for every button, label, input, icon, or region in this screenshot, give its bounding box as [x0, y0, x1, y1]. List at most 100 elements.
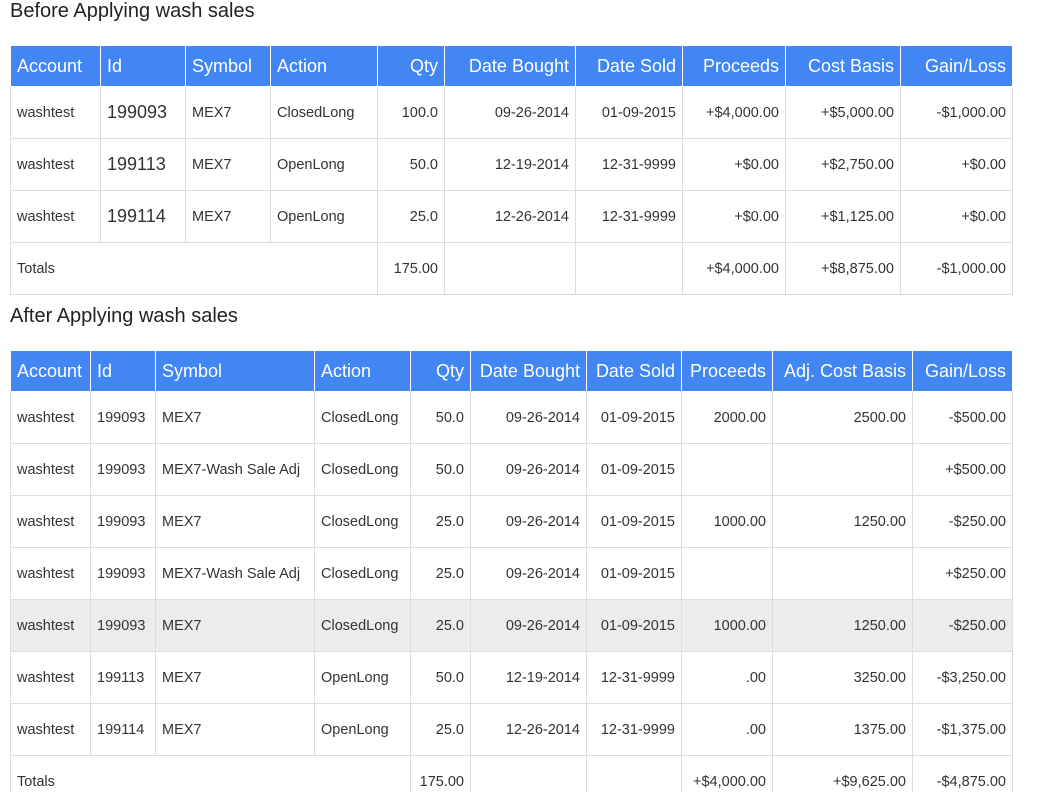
totals-empty-cell [586, 755, 682, 792]
cell-id: 199093 [90, 443, 156, 496]
before-section-title: Before Applying wash sales [10, 0, 255, 22]
cell-action: OpenLong [270, 190, 378, 243]
cell-gain-loss: +$0.00 [900, 138, 1013, 191]
cell-date-bought: 09-26-2014 [444, 86, 576, 139]
table-row: washtest 199093 MEX7 ClosedLong 25.0 09-… [10, 495, 1013, 548]
cell-account: washtest [10, 547, 91, 600]
totals-empty-cell [444, 242, 576, 295]
cell-id: 199093 [90, 391, 156, 444]
table-row: washtest 199093 MEX7 ClosedLong 100.0 09… [10, 86, 1013, 139]
cell-id: 199093 [90, 547, 156, 600]
cell-date-bought: 09-26-2014 [470, 599, 587, 652]
cell-proceeds: +$0.00 [682, 138, 786, 191]
column-header-gain-loss[interactable]: Gain/Loss [912, 350, 1013, 392]
cell-qty: 50.0 [410, 651, 471, 704]
column-header-proceeds[interactable]: Proceeds [682, 45, 786, 87]
cell-id: 199093 [100, 86, 186, 139]
cell-cost-basis: +$2,750.00 [785, 138, 901, 191]
cell-action: ClosedLong [314, 547, 411, 600]
cell-symbol: MEX7-Wash Sale Adj [155, 547, 315, 600]
column-header-action[interactable]: Action [314, 350, 411, 392]
cell-date-sold: 01-09-2015 [586, 391, 682, 444]
cell-date-bought: 09-26-2014 [470, 443, 587, 496]
cell-proceeds [681, 547, 773, 600]
cell-symbol: MEX7 [155, 703, 315, 756]
cell-proceeds [681, 443, 773, 496]
cell-symbol: MEX7 [185, 190, 271, 243]
column-header-date-sold[interactable]: Date Sold [575, 45, 683, 87]
column-header-gain-loss[interactable]: Gain/Loss [900, 45, 1013, 87]
cell-action: OpenLong [314, 651, 411, 704]
cell-gain-loss: +$0.00 [900, 190, 1013, 243]
cell-symbol: MEX7 [185, 138, 271, 191]
column-header-action[interactable]: Action [270, 45, 378, 87]
cell-adj-cost-basis [772, 547, 913, 600]
totals-proceeds: +$4,000.00 [681, 755, 773, 792]
after-section-title: After Applying wash sales [10, 305, 238, 327]
cell-action: OpenLong [270, 138, 378, 191]
cell-account: washtest [10, 703, 91, 756]
cell-symbol: MEX7 [185, 86, 271, 139]
column-header-symbol[interactable]: Symbol [185, 45, 271, 87]
cell-proceeds: +$4,000.00 [682, 86, 786, 139]
cell-action: ClosedLong [314, 443, 411, 496]
column-header-date-bought[interactable]: Date Bought [444, 45, 576, 87]
cell-cost-basis: +$5,000.00 [785, 86, 901, 139]
column-header-adj-cost-basis[interactable]: Adj. Cost Basis [772, 350, 913, 392]
cell-qty: 25.0 [410, 599, 471, 652]
cell-symbol: MEX7 [155, 391, 315, 444]
column-header-symbol[interactable]: Symbol [155, 350, 315, 392]
cell-qty: 25.0 [410, 495, 471, 548]
table-header-row: Account Id Symbol Action Qty Date Bought… [10, 45, 1013, 87]
column-header-id[interactable]: Id [90, 350, 156, 392]
column-header-qty[interactable]: Qty [410, 350, 471, 392]
cell-gain-loss: -$250.00 [912, 495, 1013, 548]
cell-date-sold: 01-09-2015 [586, 495, 682, 548]
column-header-proceeds[interactable]: Proceeds [681, 350, 773, 392]
totals-empty-cell [470, 755, 587, 792]
cell-account: washtest [10, 391, 91, 444]
cell-date-sold: 12-31-9999 [575, 190, 683, 243]
totals-gain-loss: -$1,000.00 [900, 242, 1013, 295]
cell-id: 199114 [90, 703, 156, 756]
before-wash-sales-table: Account Id Symbol Action Qty Date Bought… [10, 45, 1013, 295]
cell-adj-cost-basis [772, 443, 913, 496]
column-header-account[interactable]: Account [10, 350, 91, 392]
totals-proceeds: +$4,000.00 [682, 242, 786, 295]
after-wash-sales-table: Account Id Symbol Action Qty Date Bought… [10, 350, 1013, 792]
cell-adj-cost-basis: 1250.00 [772, 599, 913, 652]
cell-date-sold: 12-31-9999 [586, 703, 682, 756]
cell-date-sold: 01-09-2015 [586, 547, 682, 600]
table-row-hovered: washtest 199093 MEX7 ClosedLong 25.0 09-… [10, 599, 1013, 652]
column-header-id[interactable]: Id [100, 45, 186, 87]
totals-cost-basis: +$8,875.00 [785, 242, 901, 295]
cell-gain-loss: -$1,375.00 [912, 703, 1013, 756]
cell-symbol: MEX7 [155, 651, 315, 704]
column-header-date-bought[interactable]: Date Bought [470, 350, 587, 392]
cell-date-bought: 12-19-2014 [444, 138, 576, 191]
cell-account: washtest [10, 138, 101, 191]
column-header-account[interactable]: Account [10, 45, 101, 87]
cell-gain-loss: +$500.00 [912, 443, 1013, 496]
cell-account: washtest [10, 86, 101, 139]
cell-date-bought: 12-26-2014 [470, 703, 587, 756]
cell-adj-cost-basis: 2500.00 [772, 391, 913, 444]
totals-row: Totals 175.00 +$4,000.00 +$9,625.00 -$4,… [10, 755, 1013, 792]
cell-gain-loss: -$500.00 [912, 391, 1013, 444]
column-header-qty[interactable]: Qty [377, 45, 445, 87]
cell-cost-basis: +$1,125.00 [785, 190, 901, 243]
column-header-cost-basis[interactable]: Cost Basis [785, 45, 901, 87]
cell-qty: 50.0 [410, 391, 471, 444]
cell-gain-loss: -$1,000.00 [900, 86, 1013, 139]
table-row: washtest 199093 MEX7-Wash Sale Adj Close… [10, 547, 1013, 600]
cell-action: ClosedLong [314, 599, 411, 652]
cell-adj-cost-basis: 3250.00 [772, 651, 913, 704]
cell-account: washtest [10, 443, 91, 496]
cell-qty: 25.0 [377, 190, 445, 243]
table-row: washtest 199093 MEX7-Wash Sale Adj Close… [10, 443, 1013, 496]
column-header-date-sold[interactable]: Date Sold [586, 350, 682, 392]
cell-qty: 100.0 [377, 86, 445, 139]
totals-label: Totals [10, 242, 378, 295]
cell-date-bought: 09-26-2014 [470, 547, 587, 600]
cell-id: 199114 [100, 190, 186, 243]
